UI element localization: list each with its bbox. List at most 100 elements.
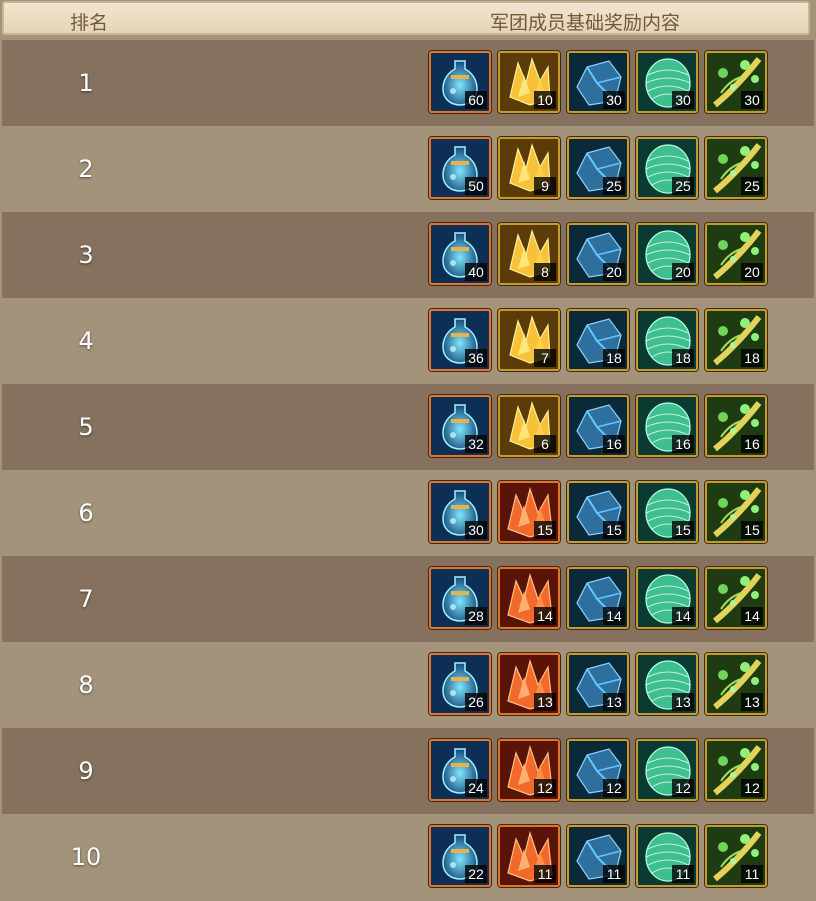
reward-item-slot[interactable]: 11 [498, 825, 560, 887]
reward-item-slot[interactable]: 25 [705, 137, 767, 199]
reward-quantity: 15 [741, 521, 763, 539]
reward-item-slot[interactable]: 7 [498, 309, 560, 371]
reward-quantity: 60 [465, 91, 487, 109]
reward-item-slot[interactable]: 11 [705, 825, 767, 887]
rank-number: 3 [78, 241, 94, 269]
reward-item-slot[interactable]: 18 [567, 309, 629, 371]
reward-quantity: 12 [741, 779, 763, 797]
reward-quantity: 16 [672, 435, 694, 453]
reward-quantity: 11 [741, 865, 763, 883]
reward-item-slot[interactable]: 18 [705, 309, 767, 371]
reward-item-slot[interactable]: 24 [429, 739, 491, 801]
reward-item-slot[interactable]: 15 [498, 481, 560, 543]
reward-item-slot[interactable]: 13 [705, 653, 767, 715]
reward-item-slot[interactable]: 16 [705, 395, 767, 457]
reward-quantity: 13 [672, 693, 694, 711]
reward-list: 24 12 12 12 12 [429, 739, 767, 803]
reward-quantity: 22 [465, 865, 487, 883]
reward-item-slot[interactable]: 30 [636, 51, 698, 113]
rank-number: 5 [78, 413, 94, 441]
reward-quantity: 14 [534, 607, 556, 625]
reward-quantity: 36 [465, 349, 487, 367]
reward-item-slot[interactable]: 12 [636, 739, 698, 801]
reward-quantity: 26 [465, 693, 487, 711]
reward-list: 60 10 30 30 30 [429, 51, 767, 115]
reward-quantity: 11 [534, 865, 556, 883]
reward-quantity: 30 [741, 91, 763, 109]
reward-quantity: 13 [741, 693, 763, 711]
reward-item-slot[interactable]: 15 [636, 481, 698, 543]
reward-quantity: 13 [603, 693, 625, 711]
reward-list: 28 14 14 14 14 [429, 567, 767, 631]
rank-number: 2 [78, 155, 94, 183]
table-row: 5 32 6 16 16 16 [2, 384, 814, 470]
reward-item-slot[interactable]: 18 [636, 309, 698, 371]
reward-item-slot[interactable]: 50 [429, 137, 491, 199]
reward-quantity: 15 [534, 521, 556, 539]
reward-item-slot[interactable]: 12 [567, 739, 629, 801]
reward-item-slot[interactable]: 26 [429, 653, 491, 715]
reward-item-slot[interactable]: 20 [636, 223, 698, 285]
reward-quantity: 10 [534, 91, 556, 109]
reward-item-slot[interactable]: 20 [705, 223, 767, 285]
reward-list: 26 13 13 13 13 [429, 653, 767, 717]
reward-item-slot[interactable]: 13 [567, 653, 629, 715]
reward-item-slot[interactable]: 11 [636, 825, 698, 887]
reward-item-slot[interactable]: 15 [567, 481, 629, 543]
reward-item-slot[interactable]: 12 [705, 739, 767, 801]
reward-item-slot[interactable]: 13 [498, 653, 560, 715]
reward-list: 40 8 20 20 20 [429, 223, 767, 287]
rank-number: 6 [78, 499, 94, 527]
table-header: 排名 军团成员基础奖励内容 [2, 1, 810, 35]
rank-number: 9 [78, 757, 94, 785]
reward-quantity: 28 [465, 607, 487, 625]
reward-item-slot[interactable]: 28 [429, 567, 491, 629]
rank-number: 7 [78, 585, 94, 613]
reward-quantity: 20 [603, 263, 625, 281]
reward-item-slot[interactable]: 25 [636, 137, 698, 199]
reward-item-slot[interactable]: 14 [498, 567, 560, 629]
table-row: 1 60 10 30 30 30 [2, 40, 814, 126]
reward-quantity: 25 [603, 177, 625, 195]
reward-item-slot[interactable]: 30 [567, 51, 629, 113]
table-row: 4 36 7 18 18 18 [2, 298, 814, 384]
reward-item-slot[interactable]: 15 [705, 481, 767, 543]
reward-item-slot[interactable]: 22 [429, 825, 491, 887]
reward-item-slot[interactable]: 14 [705, 567, 767, 629]
reward-item-slot[interactable]: 8 [498, 223, 560, 285]
reward-rows: 1 60 10 30 30 30 2 50 9 25 25 25 3 40 8 20 20 20 4 36 7 18 18 1… [2, 40, 814, 900]
reward-item-slot[interactable]: 32 [429, 395, 491, 457]
reward-quantity: 14 [741, 607, 763, 625]
reward-quantity: 14 [672, 607, 694, 625]
reward-item-slot[interactable]: 60 [429, 51, 491, 113]
reward-item-slot[interactable]: 25 [567, 137, 629, 199]
rank-column-header: 排名 [70, 12, 109, 34]
reward-quantity: 11 [672, 865, 694, 883]
reward-quantity: 32 [465, 435, 487, 453]
reward-quantity: 30 [465, 521, 487, 539]
reward-item-slot[interactable]: 16 [636, 395, 698, 457]
reward-quantity: 18 [741, 349, 763, 367]
reward-item-slot[interactable]: 14 [567, 567, 629, 629]
reward-item-slot[interactable]: 40 [429, 223, 491, 285]
table-row: 7 28 14 14 14 14 [2, 556, 814, 642]
reward-item-slot[interactable]: 6 [498, 395, 560, 457]
reward-item-slot[interactable]: 36 [429, 309, 491, 371]
reward-item-slot[interactable]: 14 [636, 567, 698, 629]
reward-item-slot[interactable]: 11 [567, 825, 629, 887]
reward-quantity: 40 [465, 263, 487, 281]
reward-quantity: 25 [672, 177, 694, 195]
reward-item-slot[interactable]: 12 [498, 739, 560, 801]
reward-item-slot[interactable]: 13 [636, 653, 698, 715]
reward-list: 32 6 16 16 16 [429, 395, 767, 459]
reward-item-slot[interactable]: 16 [567, 395, 629, 457]
table-row: 6 30 15 15 15 15 [2, 470, 814, 556]
reward-quantity: 16 [603, 435, 625, 453]
reward-item-slot[interactable]: 10 [498, 51, 560, 113]
reward-item-slot[interactable]: 9 [498, 137, 560, 199]
reward-quantity: 8 [534, 263, 556, 281]
table-row: 9 24 12 12 12 12 [2, 728, 814, 814]
reward-item-slot[interactable]: 30 [429, 481, 491, 543]
reward-item-slot[interactable]: 20 [567, 223, 629, 285]
reward-item-slot[interactable]: 30 [705, 51, 767, 113]
